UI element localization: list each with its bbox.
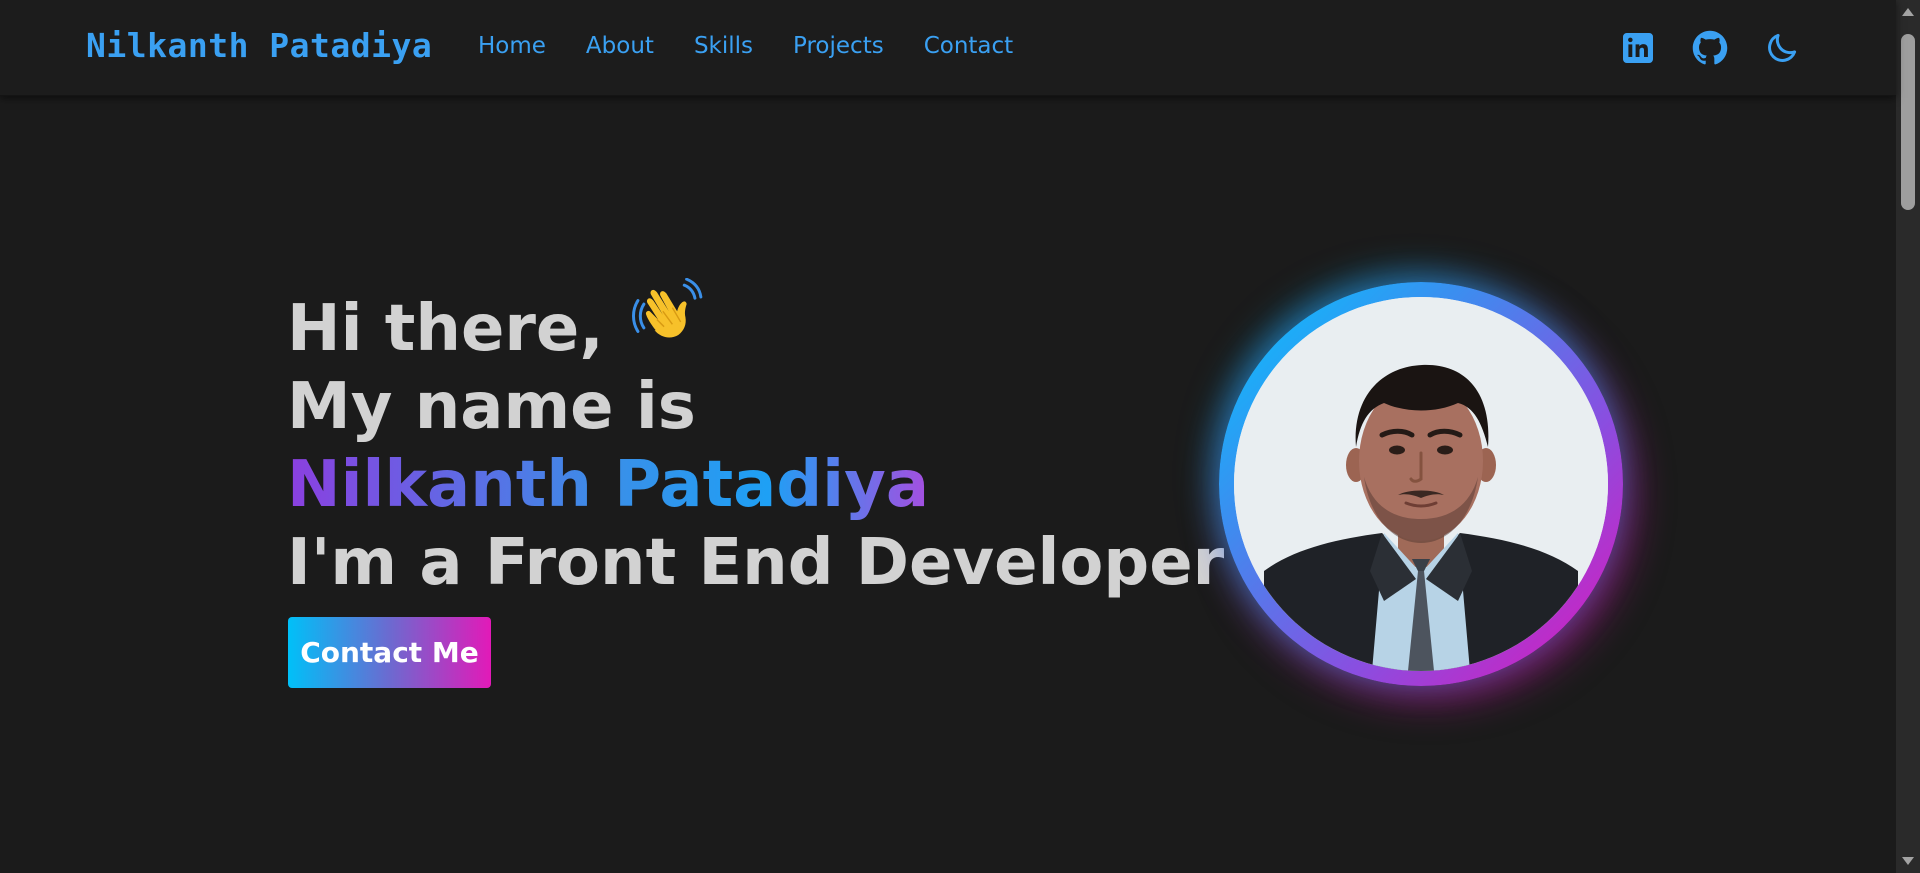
navbar: Nilkanth Patadiya Home About Skills Proj… <box>0 0 1896 96</box>
social-icons <box>1620 30 1836 66</box>
nav-link-projects[interactable]: Projects <box>793 33 884 59</box>
github-icon[interactable] <box>1692 30 1728 66</box>
hero-greeting-line: Hi there, <box>287 278 1224 368</box>
hero-name-line: Nilkanth Patadiya <box>287 446 1224 524</box>
moon-icon[interactable] <box>1764 30 1800 66</box>
nav-link-home[interactable]: Home <box>478 33 546 59</box>
nav-link-about[interactable]: About <box>586 33 654 59</box>
scroll-up-arrow-icon[interactable] <box>1902 8 1914 16</box>
scrollbar-thumb[interactable] <box>1901 34 1915 210</box>
nav-links: Home About Skills Projects Contact <box>478 33 1053 59</box>
hero-name: Nilkanth Patadiya <box>287 448 929 522</box>
hero-section: Hi there, My name is Nilkanth Patadiya I… <box>287 278 1224 602</box>
waving-hand-icon <box>631 278 708 354</box>
brand-logo[interactable]: Nilkanth Patadiya <box>86 26 432 65</box>
hero-intro: My name is <box>287 370 696 444</box>
nav-link-skills[interactable]: Skills <box>694 33 753 59</box>
page-scrollbar[interactable] <box>1896 0 1920 873</box>
profile-photo <box>1234 297 1608 671</box>
avatar-ring <box>1219 282 1623 686</box>
nav-link-contact[interactable]: Contact <box>924 33 1013 59</box>
contact-me-button[interactable]: Contact Me <box>288 617 491 688</box>
hero-role: I'm a Front End Developer <box>287 526 1225 600</box>
hero-greeting: Hi there, <box>287 292 604 366</box>
scroll-down-arrow-icon[interactable] <box>1902 857 1914 865</box>
linkedin-icon[interactable] <box>1620 30 1656 66</box>
